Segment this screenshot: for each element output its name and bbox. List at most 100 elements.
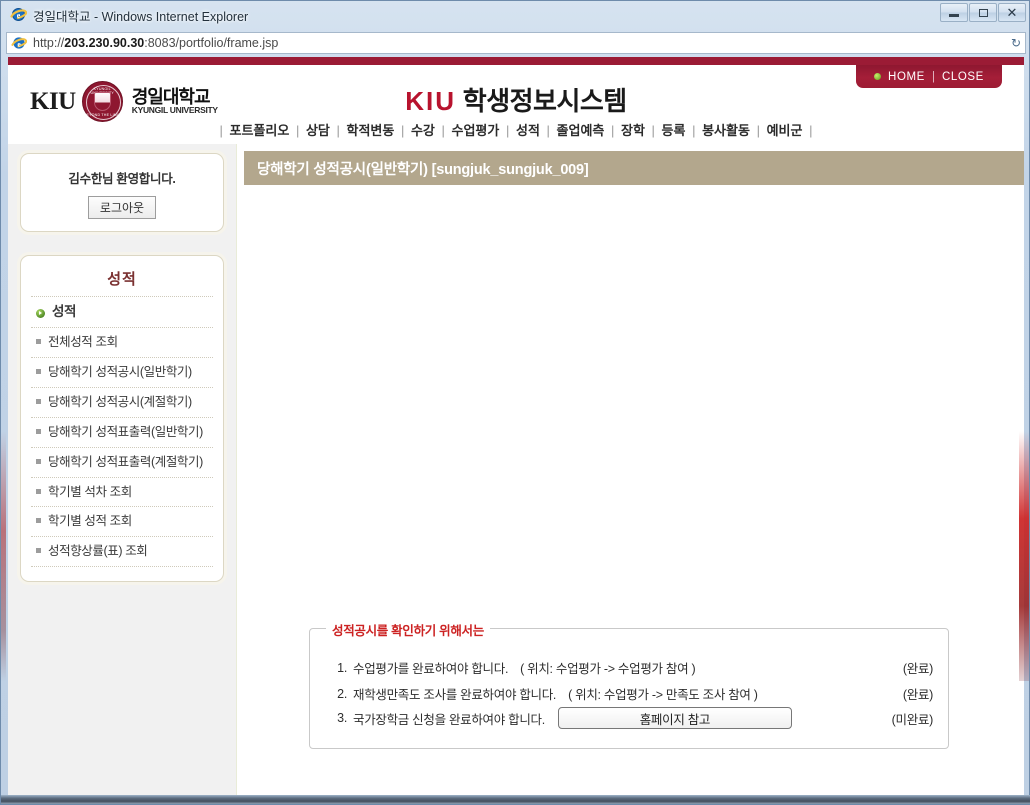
- square-bullet-icon: [36, 428, 41, 434]
- site-title-brand: KIU: [405, 86, 457, 116]
- homepage-reference-button[interactable]: 홈페이지 참고: [557, 707, 792, 729]
- sidebar-menu-item-2[interactable]: 전체성적 조회: [31, 328, 213, 359]
- page-body: 김수한님 환영합니다. 로그아웃 성적 성적 전체성적 조회 당해학기 성적공시(일…: [8, 144, 1024, 797]
- sidebar-menu-item-label: 학기별 석차 조회: [48, 484, 132, 499]
- sidebar-menu-item-5[interactable]: 당해학기 성적표출력(일반학기): [31, 418, 213, 448]
- nav-item-5[interactable]: 수업평가: [449, 123, 503, 138]
- nav-item-6[interactable]: 성적: [513, 123, 543, 138]
- logout-button[interactable]: 로그아웃: [87, 196, 157, 219]
- nav-separator: |: [546, 123, 554, 138]
- nav-item-8[interactable]: 장학: [618, 123, 648, 138]
- square-bullet-icon: [36, 488, 41, 494]
- sidebar: 김수한님 환영합니다. 로그아웃 성적 성적전체성적 조회당해학기 성적공시(일…: [8, 144, 237, 797]
- notice-number: 3.: [337, 711, 347, 725]
- notice-text: 재학생만족도 조사를 완료하여야 합니다.: [353, 688, 557, 702]
- window-frame-bottom: [1, 795, 1030, 804]
- close-button[interactable]: ✕: [998, 3, 1026, 22]
- window-titlebar: e 경일대학교 - Windows Internet Explorer ✕: [1, 1, 1030, 28]
- site-header: HOME | CLOSE KIU KYUNGIL UNIVERSITY BEYO…: [8, 65, 1024, 144]
- nav-item-3[interactable]: 학적변동: [344, 123, 398, 138]
- notice-legend: 성적공시를 확인하기 위해서는: [326, 620, 490, 639]
- notice-status: (완료): [902, 688, 933, 702]
- maximize-button[interactable]: [969, 3, 997, 22]
- notice-text: 국가장학금 신청을 완료하여야 합니다.: [353, 712, 545, 727]
- content-area: 당해학기 성적공시(일반학기) [sungjuk_sungjuk_009] 성적…: [238, 144, 1024, 797]
- url-protocol: http://: [33, 36, 65, 50]
- welcome-box: 김수한님 환영합니다. 로그아웃: [20, 153, 224, 232]
- nav-separator: |: [505, 123, 513, 138]
- svg-text:e: e: [17, 11, 21, 20]
- url-path: :8083/portfolio/frame.jsp: [144, 36, 279, 50]
- nav-separator: |: [336, 123, 344, 138]
- sidebar-menu-item-6[interactable]: 당해학기 성적표출력(계절학기): [31, 448, 213, 478]
- square-bullet-icon: [36, 339, 41, 345]
- nav-separator: |: [651, 123, 659, 138]
- sidebar-menu-item-4[interactable]: 당해학기 성적공시(계절학기): [31, 388, 213, 418]
- browser-window: e 경일대학교 - Windows Internet Explorer ✕ e …: [0, 0, 1030, 805]
- sidebar-menu-item-label: 당해학기 성적공시(일반학기): [48, 365, 192, 380]
- nav-separator: |: [756, 123, 764, 138]
- welcome-message: 김수한님 환영합니다.: [68, 172, 176, 186]
- active-arrow-icon: [36, 309, 45, 319]
- notice-box: 성적공시를 확인하기 위해서는 1. 수업평가를 완료하여야 합니다. ( 위치…: [309, 620, 950, 749]
- address-bar[interactable]: e http://203.230.90.30:8083/portfolio/fr…: [6, 32, 1026, 54]
- nav-separator: |: [295, 123, 303, 138]
- window-title: 경일대학교 - Windows Internet Explorer: [33, 10, 249, 24]
- url-host: 203.230.90.30: [64, 36, 145, 50]
- notice-row: 3. 국가장학금 신청을 완료하여야 합니다. 홈페이지 참고 (미완료): [310, 707, 950, 729]
- window-frame-glow-left: [1, 431, 6, 681]
- nav-separator: |: [219, 123, 227, 138]
- main-navigation: | 포트폴리오 | 상담 | 학적변동 | 수강 | 수업평가 | 성적 | 졸…: [8, 120, 1024, 139]
- notice-text: 수업평가를 완료하여야 합니다.: [353, 662, 509, 676]
- site-title: KIU 학생정보시스템: [8, 81, 1024, 118]
- sidebar-menu-item-8[interactable]: 학기별 성적 조회: [31, 507, 213, 538]
- page-viewport: HOME | CLOSE KIU KYUNGIL UNIVERSITY BEYO…: [8, 57, 1024, 797]
- minimize-button[interactable]: [940, 3, 968, 22]
- site-title-rest: 학생정보시스템: [456, 86, 627, 116]
- nav-item-7[interactable]: 졸업예측: [554, 123, 608, 138]
- nav-item-10[interactable]: 봉사활동: [699, 123, 753, 138]
- sidebar-menu-item-1[interactable]: 성적: [31, 297, 213, 329]
- nav-item-4[interactable]: 수강: [408, 123, 438, 138]
- sidebar-menu-item-9[interactable]: 성적향상률(표) 조회: [31, 537, 213, 568]
- page-favicon-icon: e: [11, 35, 28, 51]
- square-bullet-icon: [36, 369, 41, 375]
- sidebar-menu-box: 성적 성적전체성적 조회당해학기 성적공시(일반학기) 당해학기 성적공시(계절학…: [20, 255, 224, 583]
- sidebar-menu-item-7[interactable]: 학기별 석차 조회: [31, 478, 213, 508]
- nav-separator: |: [809, 123, 813, 138]
- notice-row: 2. 재학생만족도 조사를 완료하여야 합니다. ( 위치: 수업평가 -> 만…: [310, 684, 950, 703]
- internet-explorer-icon: e: [10, 6, 28, 23]
- square-bullet-icon: [36, 518, 41, 524]
- page-top-accent-band: [8, 57, 1024, 65]
- sidebar-menu-item-label: 당해학기 성적공시(계절학기): [48, 394, 192, 409]
- page-title: 당해학기 성적공시(일반학기) [sungjuk_sungjuk_009]: [257, 161, 589, 178]
- window-controls: ✕: [940, 3, 1026, 22]
- square-bullet-icon: [36, 398, 41, 404]
- sidebar-menu-heading: 성적: [31, 268, 213, 297]
- address-bar-url[interactable]: http://203.230.90.30:8083/portfolio/fram…: [33, 36, 278, 50]
- nav-separator: |: [611, 123, 618, 138]
- nav-item-1[interactable]: 포트폴리오: [227, 123, 293, 138]
- sidebar-menu-item-label: 당해학기 성적표출력(계절학기): [48, 454, 203, 469]
- nav-separator: |: [400, 123, 408, 138]
- sidebar-menu-item-3[interactable]: 당해학기 성적공시(일반학기): [31, 358, 213, 388]
- page-title-bar: 당해학기 성적공시(일반학기) [sungjuk_sungjuk_009]: [244, 151, 1024, 185]
- square-bullet-icon: [36, 458, 41, 464]
- refresh-icon[interactable]: ↻: [1011, 36, 1021, 50]
- notice-status: (미완료): [891, 712, 934, 727]
- nav-item-9[interactable]: 등록: [659, 123, 689, 138]
- nav-item-2[interactable]: 상담: [303, 123, 333, 138]
- nav-item-11[interactable]: 예비군: [764, 123, 806, 138]
- status-dot-icon: [874, 73, 882, 80]
- notice-location: ( 위치: 수업평가 -> 만족도 조사 참여 ): [568, 688, 758, 702]
- notice-location: ( 위치: 수업평가 -> 수업평가 참여 ): [520, 662, 696, 676]
- sidebar-menu-item-label: 전체성적 조회: [48, 335, 118, 350]
- notice-number: 1.: [337, 660, 347, 675]
- notice-number: 2.: [337, 686, 347, 701]
- square-bullet-icon: [36, 548, 41, 554]
- sidebar-menu-item-label: 성적: [52, 304, 77, 319]
- sidebar-menu-item-label: 학기별 성적 조회: [48, 514, 132, 529]
- sidebar-menu-item-label: 성적향상률(표) 조회: [48, 544, 148, 559]
- sidebar-menu-list: 성적전체성적 조회당해학기 성적공시(일반학기) 당해학기 성적공시(계절학기) 당…: [31, 297, 213, 568]
- notice-status: (완료): [902, 662, 933, 676]
